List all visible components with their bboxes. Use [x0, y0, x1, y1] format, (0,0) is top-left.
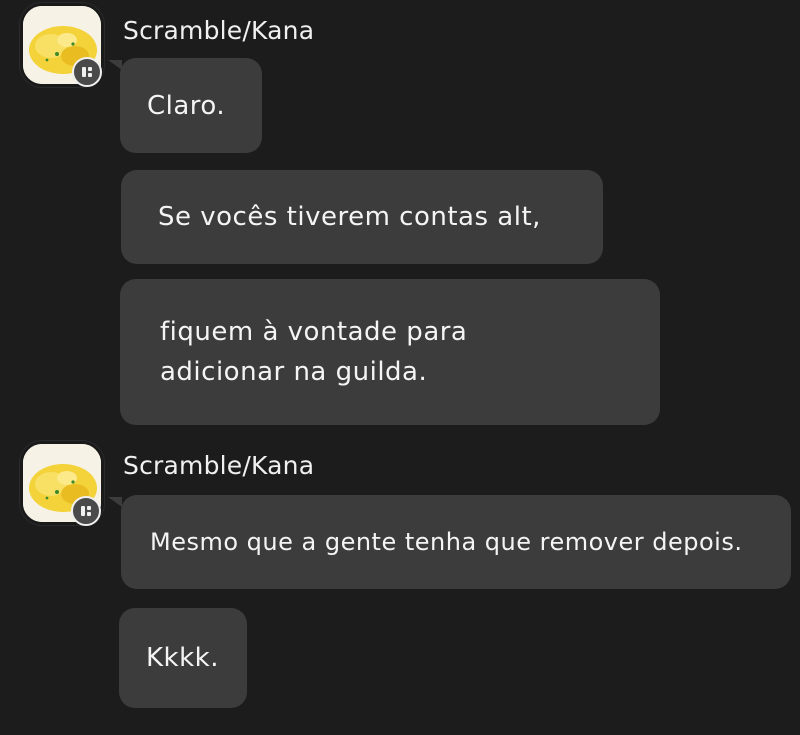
message-text: fiquem à vontade para adicionar na guild…: [160, 317, 468, 387]
message-author[interactable]: Scramble/Kana: [123, 451, 314, 480]
message-text: Mesmo que a gente tenha que remover depo…: [150, 528, 743, 556]
message-bubble[interactable]: Mesmo que a gente tenha que remover depo…: [121, 495, 791, 589]
message-bubble[interactable]: Kkkk.: [119, 608, 247, 708]
message-text: Kkkk.: [146, 643, 219, 673]
message-text: Claro.: [147, 90, 226, 121]
message-text: Se vocês tiverem contas alt,: [158, 202, 541, 232]
message-bubble[interactable]: Claro.: [120, 58, 262, 153]
message-author[interactable]: Scramble/Kana: [123, 16, 314, 45]
bubble-tail: [108, 497, 122, 507]
message-bubble[interactable]: Se vocês tiverem contas alt,: [121, 170, 603, 264]
level-badge-icon: [71, 496, 101, 526]
message-bubble[interactable]: fiquem à vontade para adicionar na guild…: [120, 279, 660, 425]
level-badge-icon: [72, 57, 102, 87]
